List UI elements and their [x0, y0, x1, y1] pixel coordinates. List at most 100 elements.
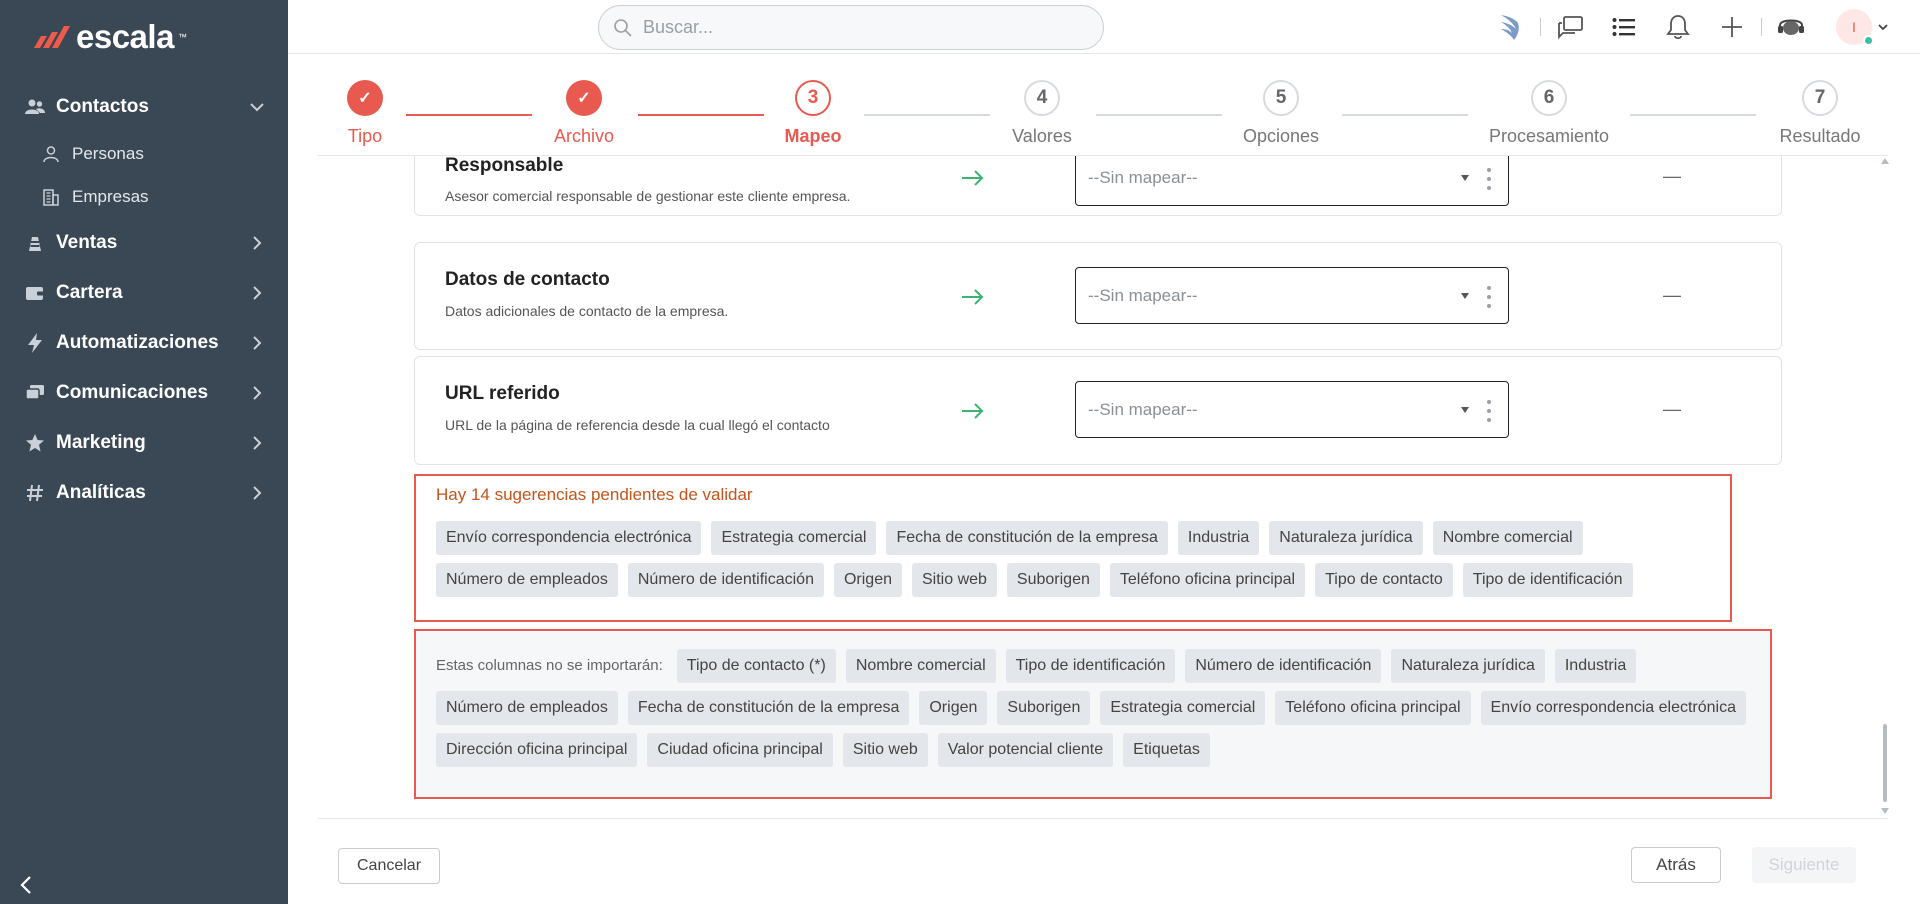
step-label: Opciones [1242, 126, 1320, 146]
field-row-datos-de-contacto: Datos de contacto Datos adicionales de c… [414, 242, 1782, 350]
column-chip[interactable]: Fecha de constitución de la empresa [886, 521, 1168, 555]
arrow-right-icon [962, 289, 984, 305]
scroll-down-icon[interactable] [1881, 808, 1889, 814]
select-value: --Sin mapear-- [1088, 167, 1198, 187]
step-resultado[interactable]: 7 Resultado [1750, 80, 1890, 147]
column-chip[interactable]: Dirección oficina principal [436, 733, 638, 767]
step-valores[interactable]: 4 Valores [972, 80, 1112, 147]
ventas-icon [24, 232, 46, 254]
column-chip[interactable]: Naturaleza jurídica [1269, 521, 1423, 555]
step-procesamiento[interactable]: 6 Procesamiento [1479, 80, 1619, 147]
sidebar-item-cartera[interactable]: Cartera [0, 268, 288, 318]
step-opciones[interactable]: 5 Opciones [1211, 80, 1351, 147]
sidebar-item-marketing[interactable]: Marketing [0, 418, 288, 468]
column-select[interactable]: --Sin mapear-- [1075, 156, 1509, 206]
chevron-down-icon [250, 103, 264, 112]
chat-bubbles-icon[interactable] [1555, 12, 1585, 42]
column-chip[interactable]: Ciudad oficina principal [647, 733, 833, 767]
next-button[interactable]: Siguiente [1752, 847, 1856, 883]
star-icon [24, 432, 46, 454]
column-chip[interactable]: Valor potencial cliente [937, 733, 1114, 767]
ignored-columns-label: Estas columnas no se importarán: [436, 657, 663, 674]
column-chip[interactable]: Etiquetas [1123, 733, 1210, 767]
drag-grip-icon[interactable] [1486, 398, 1492, 424]
wallet-icon [24, 282, 46, 304]
column-chip[interactable]: Estrategia comercial [711, 521, 877, 555]
chevron-right-icon [253, 436, 262, 450]
drag-grip-icon[interactable] [1486, 166, 1492, 192]
step-tipo[interactable]: ✓ Tipo [295, 80, 435, 147]
sidebar-item-ventas[interactable]: Ventas [0, 218, 288, 268]
sidebar-item-analiticas[interactable]: Analíticas [0, 468, 288, 518]
column-chip[interactable]: Envío correspondencia electrónica [436, 521, 702, 555]
column-chip[interactable]: Número de empleados [436, 691, 618, 725]
column-chip[interactable]: Nombre comercial [1432, 521, 1583, 555]
preview-value: — [1663, 399, 1681, 419]
drag-grip-icon[interactable] [1486, 284, 1492, 310]
search-box[interactable] [598, 5, 1104, 50]
bird-logo-icon[interactable] [1496, 12, 1526, 42]
step-number: 6 [1531, 80, 1567, 116]
column-chip[interactable]: Número de identificación [1185, 649, 1382, 683]
step-mapeo[interactable]: 3 Mapeo [743, 80, 883, 147]
step-archivo[interactable]: ✓ Archivo [514, 80, 654, 147]
column-chip[interactable]: Teléfono oficina principal [1275, 691, 1471, 725]
chevron-right-icon [253, 286, 262, 300]
step-connector [1630, 114, 1756, 116]
sidebar-subitem-personas[interactable]: Personas [0, 132, 288, 175]
scroll-up-icon[interactable] [1881, 158, 1889, 164]
column-chip[interactable]: Envío correspondencia electrónica [1480, 691, 1746, 725]
column-chip[interactable]: Tipo de contacto (*) [676, 649, 836, 683]
cancel-button[interactable]: Cancelar [338, 848, 440, 884]
content-scrollbar[interactable] [1880, 156, 1890, 816]
chevron-right-icon [253, 486, 262, 500]
collapse-sidebar-icon[interactable] [16, 874, 38, 896]
caret-down-icon [1461, 407, 1469, 413]
column-chip[interactable]: Industria [1177, 521, 1260, 555]
column-chip[interactable]: Industria [1554, 649, 1637, 683]
column-chip[interactable]: Suborigen [997, 691, 1091, 725]
column-chip[interactable]: Sitio web [912, 563, 997, 597]
column-chip[interactable]: Origen [833, 563, 902, 597]
field-title: Datos de contacto [445, 269, 610, 290]
column-chip[interactable]: Estrategia comercial [1100, 691, 1266, 725]
column-chip[interactable]: Sitio web [842, 733, 928, 767]
divider [1761, 18, 1762, 36]
back-button[interactable]: Atrás [1631, 847, 1721, 883]
select-value: --Sin mapear-- [1088, 285, 1198, 305]
search-input[interactable] [643, 17, 1083, 38]
escala-logo[interactable]: escala ™ [30, 18, 187, 56]
column-select[interactable]: --Sin mapear-- [1075, 381, 1509, 438]
sidebar-item-contactos[interactable]: Contactos [0, 82, 288, 132]
column-chip[interactable]: Teléfono oficina principal [1109, 563, 1306, 597]
person-icon [43, 145, 59, 162]
sidebar-item-comunicaciones[interactable]: Comunicaciones [0, 368, 288, 418]
sidebar-subitem-empresas[interactable]: Empresas [0, 175, 288, 218]
plus-icon[interactable] [1717, 12, 1747, 42]
column-chip[interactable]: Fecha de constitución de la empresa [627, 691, 910, 725]
column-chip[interactable]: Número de identificación [627, 563, 824, 597]
chevron-down-icon[interactable] [1876, 20, 1890, 34]
list-icon[interactable] [1609, 12, 1639, 42]
chevron-right-icon [253, 336, 262, 350]
column-chip[interactable]: Tipo de identificación [1005, 649, 1176, 683]
sidebar-subitem-label: Empresas [72, 186, 149, 206]
step-number: 3 [795, 80, 831, 116]
support-agent-icon[interactable] [1776, 12, 1806, 42]
avatar[interactable]: I [1836, 9, 1874, 46]
scrollbar-thumb[interactable] [1883, 724, 1887, 802]
column-chip[interactable]: Número de empleados [436, 563, 618, 597]
column-chip[interactable]: Tipo de identificación [1462, 563, 1633, 597]
bell-icon[interactable] [1663, 12, 1693, 42]
sidebar-item-automatizaciones[interactable]: Automatizaciones [0, 318, 288, 368]
sidebar-item-label: Comunicaciones [56, 382, 209, 403]
column-select[interactable]: --Sin mapear-- [1075, 267, 1509, 324]
step-number: 5 [1263, 80, 1299, 116]
column-chip[interactable]: Naturaleza jurídica [1391, 649, 1545, 683]
column-chip[interactable]: Nombre comercial [845, 649, 996, 683]
column-chip[interactable]: Origen [919, 691, 988, 725]
ignored-chips: Estas columnas no se importarán: Tipo de… [436, 649, 1756, 767]
top-bar: I [288, 0, 1920, 54]
column-chip[interactable]: Tipo de contacto [1315, 563, 1453, 597]
column-chip[interactable]: Suborigen [1006, 563, 1100, 597]
